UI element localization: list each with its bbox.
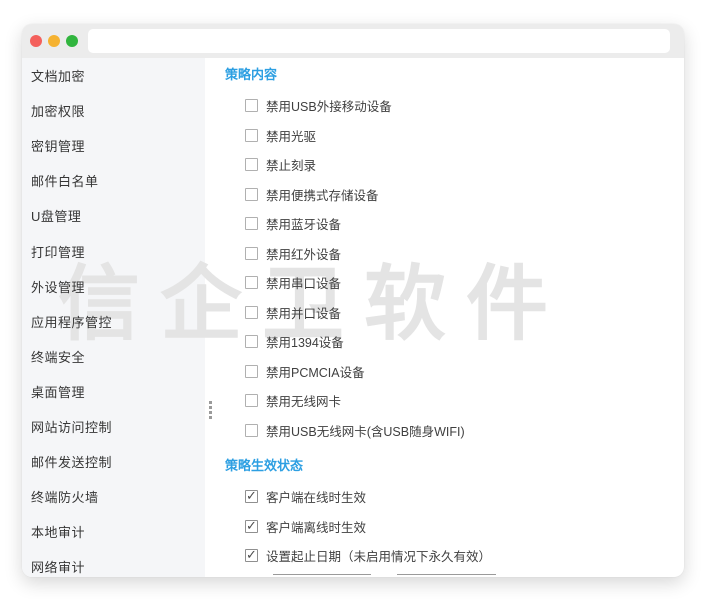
checkbox-label: 禁用串口设备 bbox=[266, 273, 341, 292]
address-bar-input[interactable] bbox=[88, 29, 670, 53]
policy-checkbox-list: 禁用USB外接移动设备 禁用光驱 禁止刻录 禁用便携式存储设备 bbox=[225, 91, 684, 445]
checkbox-label: 禁用1394设备 bbox=[266, 332, 344, 351]
policy-checkbox-row[interactable]: 禁用红外设备 bbox=[225, 239, 684, 269]
policy-checkbox-row[interactable]: 禁用1394设备 bbox=[225, 327, 684, 357]
policy-checkbox-row[interactable]: 禁用USB无线网卡(含USB随身WIFI) bbox=[225, 416, 684, 446]
sidebar-item[interactable]: 密钥管理 bbox=[22, 128, 205, 163]
checkbox-label: 禁止刻录 bbox=[266, 155, 316, 174]
checkbox-icon[interactable] bbox=[245, 335, 258, 348]
window-body: 信企卫软件 文档加密 加密权限 密钥管理 邮件白名单 U盘管理 打印管理 外设管… bbox=[22, 58, 684, 577]
sidebar-item[interactable]: 文档加密 bbox=[22, 58, 205, 93]
checkbox-icon[interactable] bbox=[245, 490, 258, 503]
sidebar-item[interactable]: 加密权限 bbox=[22, 93, 205, 128]
main-content: 策略内容 禁用USB外接移动设备 禁用光驱 禁止刻录 bbox=[205, 58, 684, 577]
checkbox-label: 禁用USB无线网卡(含USB随身WIFI) bbox=[266, 421, 465, 440]
sidebar-item[interactable]: U盘管理 bbox=[22, 198, 205, 233]
start-date-input[interactable] bbox=[273, 557, 371, 575]
checkbox-icon[interactable] bbox=[245, 129, 258, 142]
checkbox-icon[interactable] bbox=[245, 247, 258, 260]
sidebar-item[interactable]: 邮件白名单 bbox=[22, 163, 205, 198]
checkbox-label: 禁用蓝牙设备 bbox=[266, 214, 341, 233]
policy-checkbox-row[interactable]: 禁用蓝牙设备 bbox=[225, 209, 684, 239]
close-button-icon[interactable] bbox=[30, 35, 42, 47]
checkbox-label: 禁用并口设备 bbox=[266, 303, 341, 322]
checkbox-icon[interactable] bbox=[245, 306, 258, 319]
status-checkbox-row[interactable]: 客户端离线时生效 bbox=[225, 512, 684, 542]
checkbox-label: 禁用无线网卡 bbox=[266, 391, 341, 410]
sidebar-item[interactable]: 终端安全 bbox=[22, 339, 205, 374]
checkbox-icon[interactable] bbox=[245, 276, 258, 289]
checkbox-icon[interactable] bbox=[245, 188, 258, 201]
sidebar-item[interactable]: 本地审计 bbox=[22, 514, 205, 549]
minimize-button-icon[interactable] bbox=[48, 35, 60, 47]
policy-checkbox-row[interactable]: 禁用无线网卡 bbox=[225, 386, 684, 416]
traffic-lights bbox=[30, 35, 78, 47]
checkbox-icon[interactable] bbox=[245, 394, 258, 407]
checkbox-label: 禁用红外设备 bbox=[266, 244, 341, 263]
policy-checkbox-row[interactable]: 禁用光驱 bbox=[225, 121, 684, 151]
policy-checkbox-row[interactable]: 禁止刻录 bbox=[225, 150, 684, 180]
sidebar-item[interactable]: 终端防火墙 bbox=[22, 479, 205, 514]
end-date-input[interactable] bbox=[397, 557, 496, 575]
checkbox-label: 禁用PCMCIA设备 bbox=[266, 362, 365, 381]
maximize-button-icon[interactable] bbox=[66, 35, 78, 47]
checkbox-icon[interactable] bbox=[245, 99, 258, 112]
sidebar-item[interactable]: 打印管理 bbox=[22, 233, 205, 268]
sidebar-item[interactable]: 桌面管理 bbox=[22, 374, 205, 409]
policy-checkbox-row[interactable]: 禁用便携式存储设备 bbox=[225, 180, 684, 210]
window-titlebar bbox=[22, 24, 684, 58]
policy-checkbox-row[interactable]: 禁用USB外接移动设备 bbox=[225, 91, 684, 121]
sidebar-item[interactable]: 网站访问控制 bbox=[22, 409, 205, 444]
policy-checkbox-row[interactable]: 禁用并口设备 bbox=[225, 298, 684, 328]
checkbox-icon[interactable] bbox=[245, 424, 258, 437]
status-checkbox-row[interactable]: 客户端在线时生效 bbox=[225, 482, 684, 512]
checkbox-label: 禁用便携式存储设备 bbox=[266, 185, 379, 204]
section-title-policy-content: 策略内容 bbox=[225, 67, 684, 83]
sidebar-item[interactable]: 应用程序管控 bbox=[22, 304, 205, 339]
sidebar-item[interactable]: 邮件发送控制 bbox=[22, 444, 205, 479]
app-window: 信企卫软件 文档加密 加密权限 密钥管理 邮件白名单 U盘管理 打印管理 外设管… bbox=[22, 24, 684, 577]
checkbox-icon[interactable] bbox=[245, 158, 258, 171]
sidebar-item[interactable]: 外设管理 bbox=[22, 269, 205, 304]
checkbox-label: 禁用光驱 bbox=[266, 126, 316, 145]
checkbox-icon[interactable] bbox=[245, 217, 258, 230]
section-title-policy-status: 策略生效状态 bbox=[225, 458, 684, 474]
checkbox-label: 禁用USB外接移动设备 bbox=[266, 96, 392, 115]
policy-checkbox-row[interactable]: 禁用PCMCIA设备 bbox=[225, 357, 684, 387]
sidebar-nav: 文档加密 加密权限 密钥管理 邮件白名单 U盘管理 打印管理 外设管理 应用程序… bbox=[22, 58, 205, 577]
checkbox-label: 客户端在线时生效 bbox=[266, 487, 366, 506]
checkbox-icon[interactable] bbox=[245, 365, 258, 378]
checkbox-icon[interactable] bbox=[245, 549, 258, 562]
policy-checkbox-row[interactable]: 禁用串口设备 bbox=[225, 268, 684, 298]
checkbox-label: 客户端离线时生效 bbox=[266, 517, 366, 536]
checkbox-icon[interactable] bbox=[245, 520, 258, 533]
sidebar-item[interactable]: 网络审计 bbox=[22, 549, 205, 577]
splitter-handle-icon[interactable] bbox=[206, 398, 214, 422]
